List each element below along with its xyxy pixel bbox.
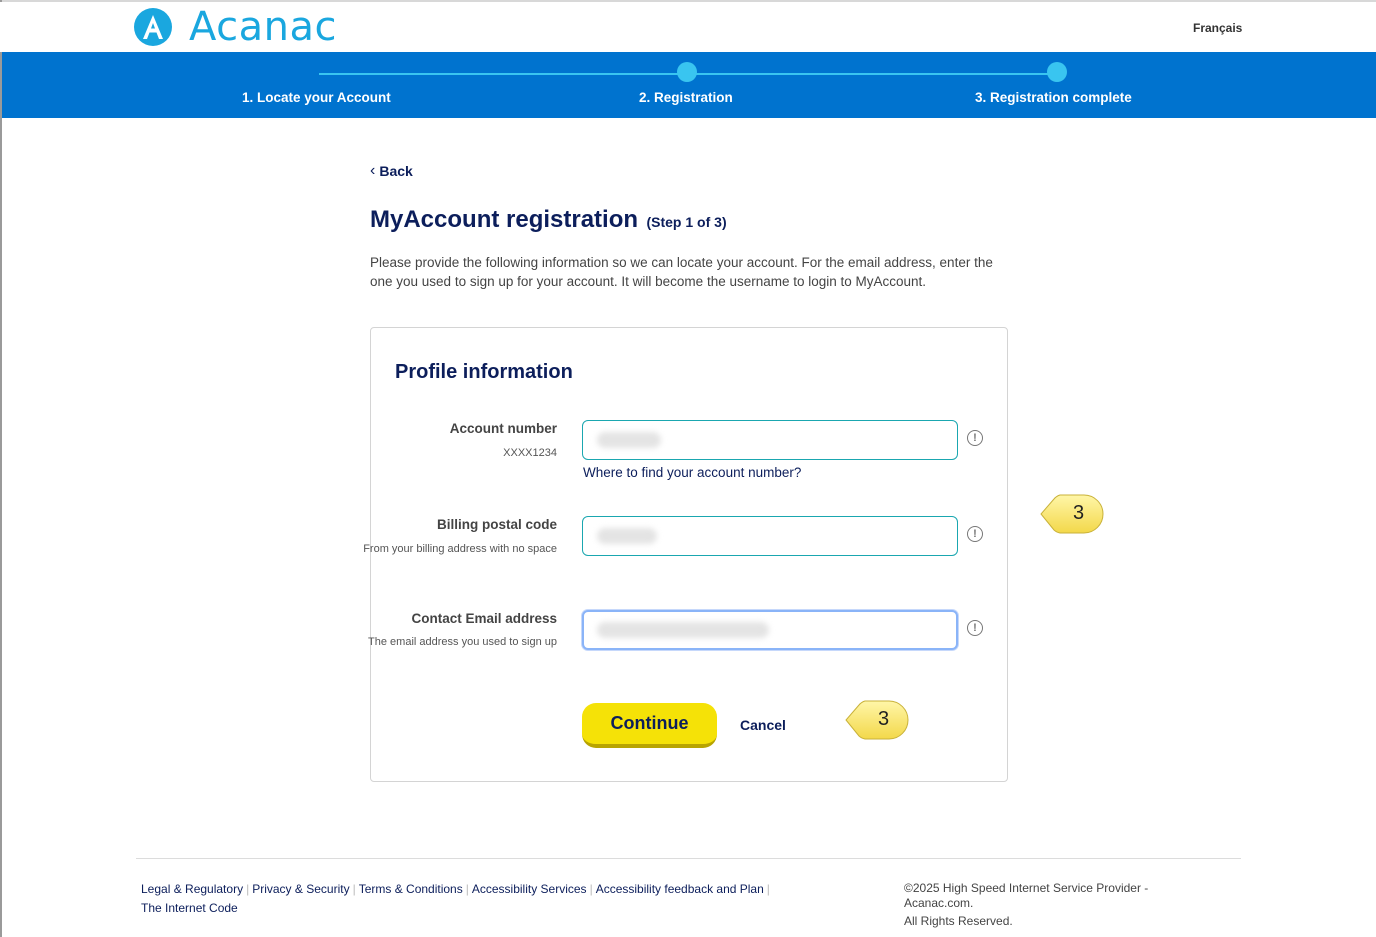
brand-logo[interactable]: Acanac [134,7,337,47]
footer-separator: | [766,882,770,896]
annotation-callout-1: 3 [1040,492,1104,536]
chevron-left-icon: ‹ [370,162,376,179]
account-number-hint: XXXX1234 [503,447,557,459]
site-header: Acanac Français [0,2,1376,52]
page-title: MyAccount registration (Step 1 of 3) [370,206,727,234]
step-label-1: 1. Locate your Account [242,90,391,105]
footer-links: Legal & Regulatory | Privacy & Security | Te… [141,880,841,918]
postal-code-hint: From your billing address with no space [363,543,557,555]
step-label-3: 3. Registration complete [975,90,1132,105]
postal-code-label: Billing postal code [436,517,557,532]
footer-separator: | [589,882,593,896]
account-number-input[interactable] [582,420,958,460]
redacted-value [597,432,661,448]
postal-code-input[interactable] [582,516,958,556]
step-dot-3 [1047,62,1067,82]
redacted-value [597,528,657,544]
rights-text: All Rights Reserved. [904,914,1013,928]
acanac-logo-icon [134,8,172,46]
email-info-icon[interactable]: ! [967,620,983,636]
intro-text: Please provide the following information… [370,255,993,289]
footer-link-legal[interactable]: Legal & Regulatory [141,882,243,896]
callout-number: 3 [1073,502,1085,524]
footer-link-privacy[interactable]: Privacy & Security [252,882,349,896]
language-toggle-link[interactable]: Français [1193,21,1242,35]
callout-bubble-icon [845,700,909,740]
footer-link-accessibility-services[interactable]: Accessibility Services [472,882,587,896]
account-number-info-icon[interactable]: ! [967,430,983,446]
step-label-2: 2. Registration [639,90,733,105]
footer-link-internet-code[interactable]: The Internet Code [141,901,238,915]
email-hint: The email address you used to sign up [368,636,557,648]
page-title-text: MyAccount registration [370,206,639,233]
postal-code-info-icon[interactable]: ! [967,526,983,542]
card-title: Profile information [395,361,573,383]
back-link[interactable]: ‹ Back [370,162,413,180]
footer-separator: | [352,882,356,896]
step-connector-2 [688,73,1058,75]
footer-link-accessibility-feedback[interactable]: Accessibility feedback and Plan [596,882,764,896]
copyright-text: ©2025 High Speed Internet Service Provid… [904,881,1149,910]
step-dot-2 [677,62,697,82]
email-input[interactable] [582,610,958,650]
callout-bubble-icon [1040,494,1104,534]
footer-separator: | [246,882,250,896]
cancel-link[interactable]: Cancel [740,717,786,733]
profile-information-card: Profile information Account number XXXX1… [363,327,1008,782]
footer-link-terms[interactable]: Terms & Conditions [359,882,463,896]
redacted-value [597,622,769,638]
step-indicator: (Step 1 of 3) [646,214,727,230]
step-connector-1 [319,73,688,75]
window-left-border [0,0,2,937]
find-account-number-link[interactable]: Where to find your account number? [583,465,801,480]
brand-name: Acanac [189,4,338,50]
continue-button[interactable]: Continue [582,703,717,748]
footer-separator: | [465,882,469,896]
email-label: Contact Email address [411,611,557,626]
annotation-callout-2: 3 [845,698,909,742]
account-number-label: Account number [449,421,557,436]
footer-divider [136,858,1241,859]
registration-stepper: 1. Locate your Account 2. Registration 3… [2,52,1376,118]
callout-number: 3 [878,708,890,730]
back-label: Back [379,163,413,179]
